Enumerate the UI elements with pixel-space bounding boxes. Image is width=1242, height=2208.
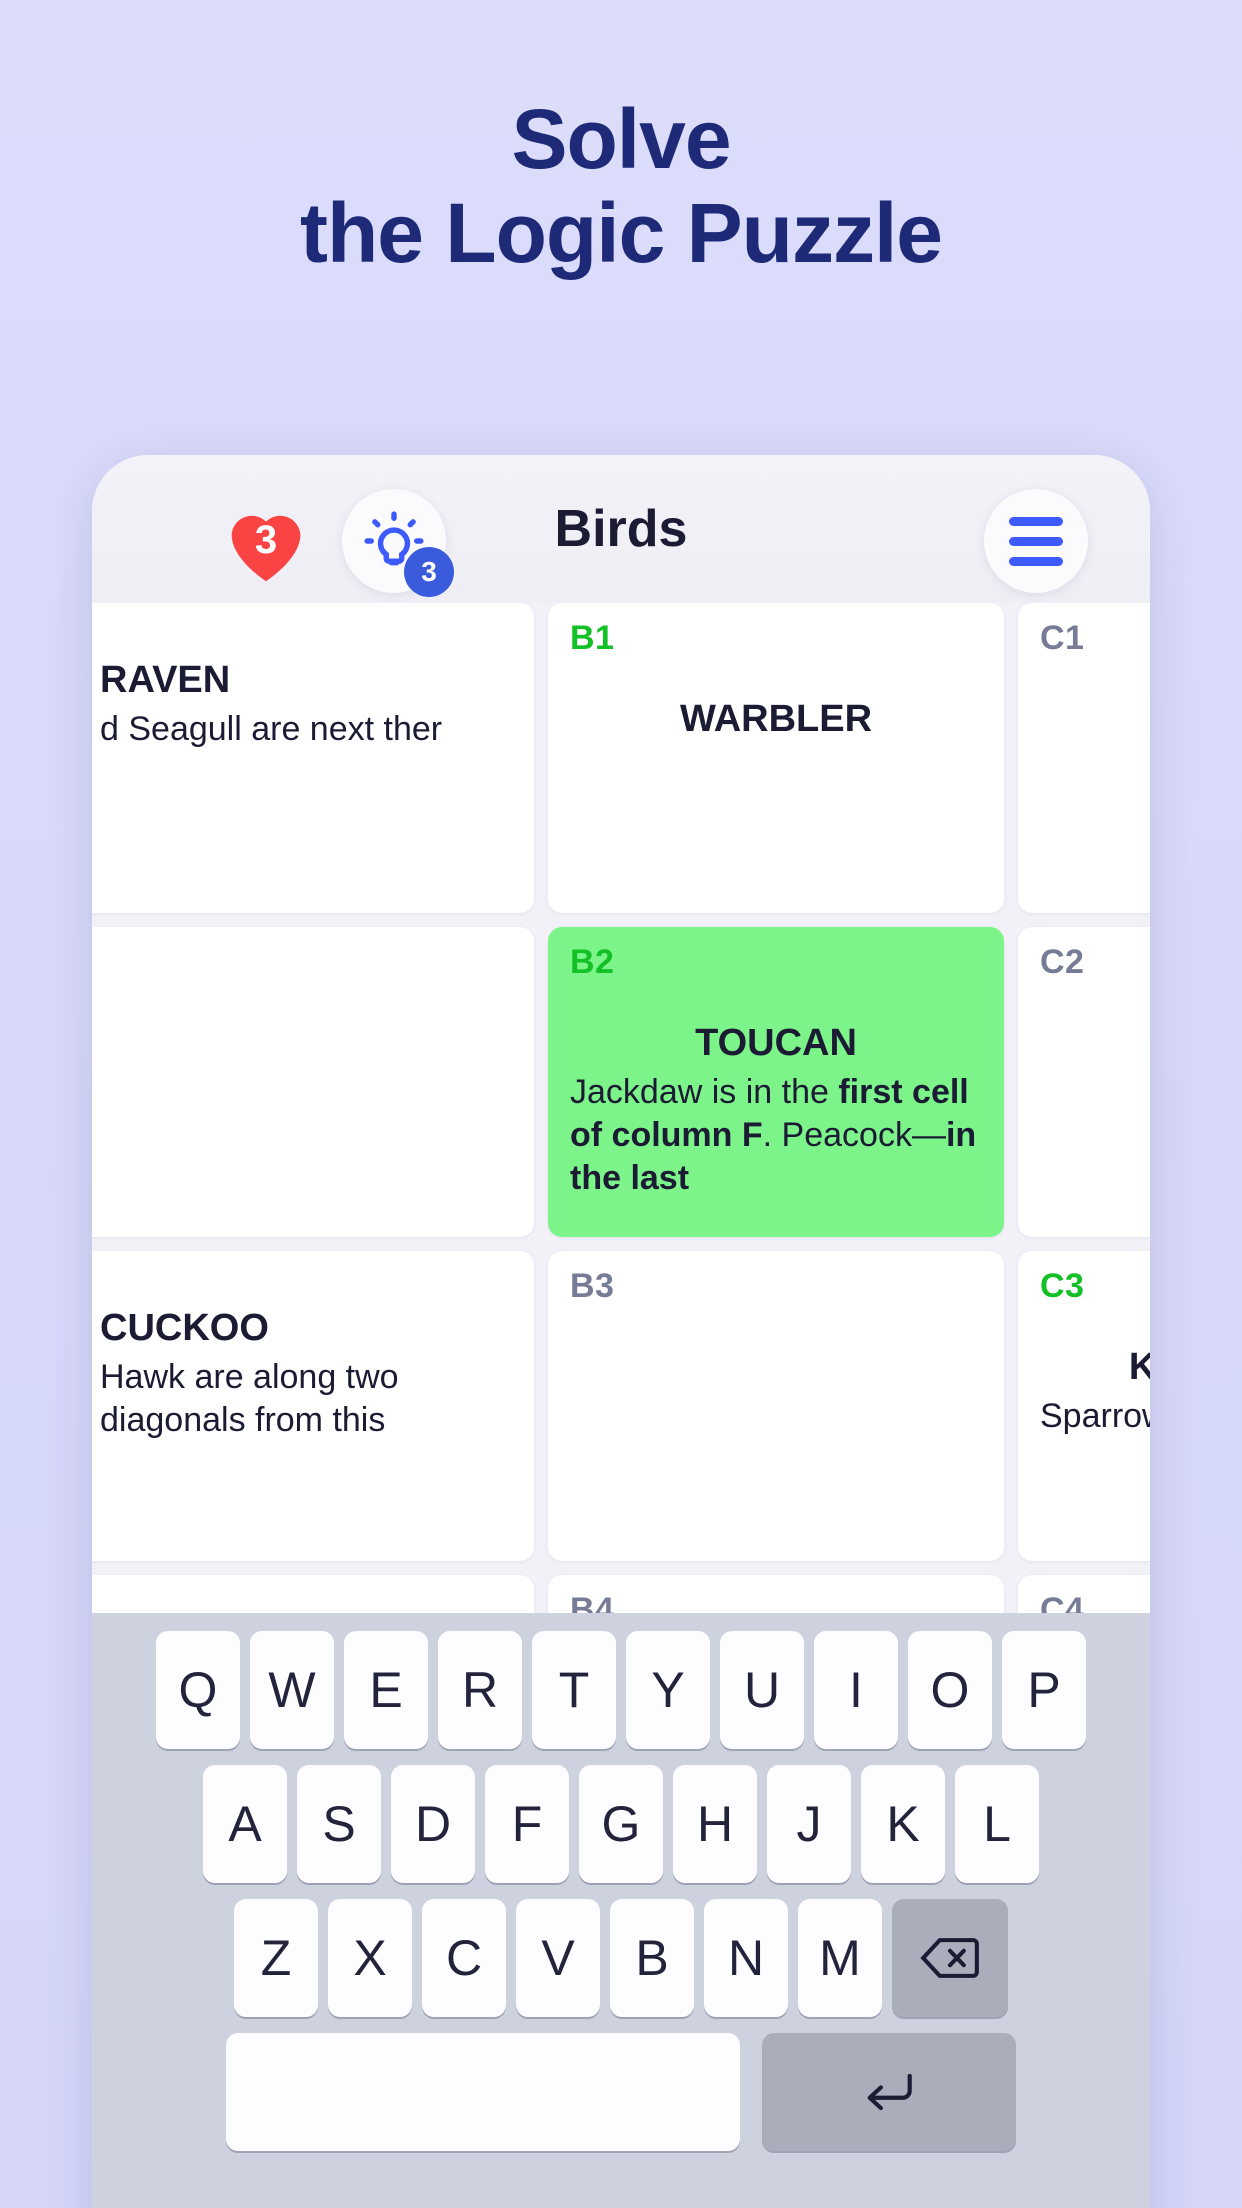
key-c[interactable]: C bbox=[422, 1899, 506, 2017]
page-title: Solve the Logic Puzzle bbox=[0, 92, 1242, 280]
cell-label: C1 bbox=[1040, 619, 1085, 657]
key-t[interactable]: T bbox=[532, 1631, 616, 1749]
hamburger-menu-icon bbox=[1009, 536, 1063, 546]
key-o[interactable]: O bbox=[908, 1631, 992, 1749]
grid-cell-b1[interactable]: B1 WARBLER bbox=[548, 603, 1004, 913]
key-e[interactable]: E bbox=[344, 1631, 428, 1749]
cell-label: C3 bbox=[1040, 1267, 1085, 1305]
cell-word: TOUCAN bbox=[695, 1022, 857, 1064]
key-b[interactable]: B bbox=[610, 1899, 694, 2017]
key-a[interactable]: A bbox=[203, 1765, 287, 1883]
key-k[interactable]: K bbox=[861, 1765, 945, 1883]
screenshot-root: Solve the Logic Puzzle 3 3 Birds RAVEN d… bbox=[0, 0, 1242, 2208]
key-w[interactable]: W bbox=[250, 1631, 334, 1749]
key-p[interactable]: P bbox=[1002, 1631, 1086, 1749]
cell-word: WARBLER bbox=[679, 698, 873, 740]
key-h[interactable]: H bbox=[673, 1765, 757, 1883]
cell-clue: Sparrow is one cell a bbox=[1040, 1397, 1150, 1435]
key-f[interactable]: F bbox=[485, 1765, 569, 1883]
grid-cell-c1[interactable]: C1 bbox=[1018, 603, 1150, 913]
cell-word: RAVEN bbox=[100, 659, 231, 701]
cell-word: KINGFISHER bbox=[1128, 1346, 1150, 1388]
menu-button[interactable] bbox=[984, 489, 1088, 593]
grid-cell-c3[interactable]: C3 KINGFISHER Sparrow is one cell a bbox=[1018, 1251, 1150, 1561]
key-u[interactable]: U bbox=[720, 1631, 804, 1749]
key-backspace[interactable] bbox=[892, 1899, 1008, 2017]
key-y[interactable]: Y bbox=[626, 1631, 710, 1749]
backspace-icon bbox=[920, 1938, 979, 1978]
grid-cell-a4[interactable] bbox=[92, 1575, 534, 1613]
key-r[interactable]: R bbox=[438, 1631, 522, 1749]
key-n[interactable]: N bbox=[704, 1899, 788, 2017]
cell-label: B2 bbox=[570, 943, 615, 981]
key-z[interactable]: Z bbox=[234, 1899, 318, 2017]
puzzle-grid: RAVEN d Seagull are next ther B1 WARBLER… bbox=[92, 603, 1150, 1613]
key-d[interactable]: D bbox=[391, 1765, 475, 1883]
cell-label: C4 bbox=[1040, 1591, 1085, 1613]
on-screen-keyboard: Q W E R T Y U I O P A S D F G H J K L Z … bbox=[92, 1613, 1150, 2208]
phone-mockup: 3 3 Birds RAVEN d Seagull are next ther … bbox=[92, 455, 1150, 2208]
key-enter[interactable] bbox=[762, 2033, 1016, 2151]
key-l[interactable]: L bbox=[955, 1765, 1039, 1883]
key-m[interactable]: M bbox=[798, 1899, 882, 2017]
app-bar: 3 3 Birds bbox=[92, 455, 1150, 603]
grid-cell-c2[interactable]: C2 bbox=[1018, 927, 1150, 1237]
cell-clue: d Seagull are next ther bbox=[100, 710, 443, 748]
grid-cell-a1[interactable]: RAVEN d Seagull are next ther bbox=[92, 603, 534, 913]
cell-label: C2 bbox=[1040, 943, 1085, 981]
keyboard-row-4 bbox=[100, 2033, 1142, 2151]
key-x[interactable]: X bbox=[328, 1899, 412, 2017]
key-i[interactable]: I bbox=[814, 1631, 898, 1749]
key-q[interactable]: Q bbox=[156, 1631, 240, 1749]
cell-label: B4 bbox=[570, 1591, 615, 1613]
key-s[interactable]: S bbox=[297, 1765, 381, 1883]
hamburger-menu-icon bbox=[1009, 516, 1063, 526]
keyboard-row-3: Z X C V B N M bbox=[100, 1899, 1142, 2017]
keyboard-row-2: A S D F G H J K L bbox=[100, 1765, 1142, 1883]
grid-cell-a2[interactable] bbox=[92, 927, 534, 1237]
cell-label: B1 bbox=[570, 619, 615, 657]
headline-line-2: the Logic Puzzle bbox=[299, 186, 943, 281]
grid-cell-a3[interactable]: CUCKOO Hawk are along two diagonals from… bbox=[92, 1251, 534, 1561]
hamburger-menu-icon bbox=[1009, 556, 1063, 566]
key-g[interactable]: G bbox=[579, 1765, 663, 1883]
keyboard-row-1: Q W E R T Y U I O P bbox=[100, 1631, 1142, 1749]
grid-cell-b4[interactable]: B4 bbox=[548, 1575, 1004, 1613]
key-j[interactable]: J bbox=[767, 1765, 851, 1883]
key-v[interactable]: V bbox=[516, 1899, 600, 2017]
cell-word: CUCKOO bbox=[100, 1307, 269, 1349]
cell-label: B3 bbox=[570, 1267, 615, 1305]
grid-cell-b2[interactable]: B2 TOUCAN Jackdaw is in the first cell o… bbox=[548, 927, 1004, 1237]
grid-cell-c4[interactable]: C4 bbox=[1018, 1575, 1150, 1613]
headline-line-1: Solve bbox=[511, 92, 731, 186]
cell-clue: Jackdaw is in the first cell of column F… bbox=[570, 1073, 977, 1198]
return-icon bbox=[867, 2073, 912, 2111]
grid-cell-b3[interactable]: B3 bbox=[548, 1251, 1004, 1561]
key-space[interactable] bbox=[226, 2033, 740, 2151]
cell-clue: Hawk are along two diagonals from this bbox=[100, 1358, 399, 1440]
